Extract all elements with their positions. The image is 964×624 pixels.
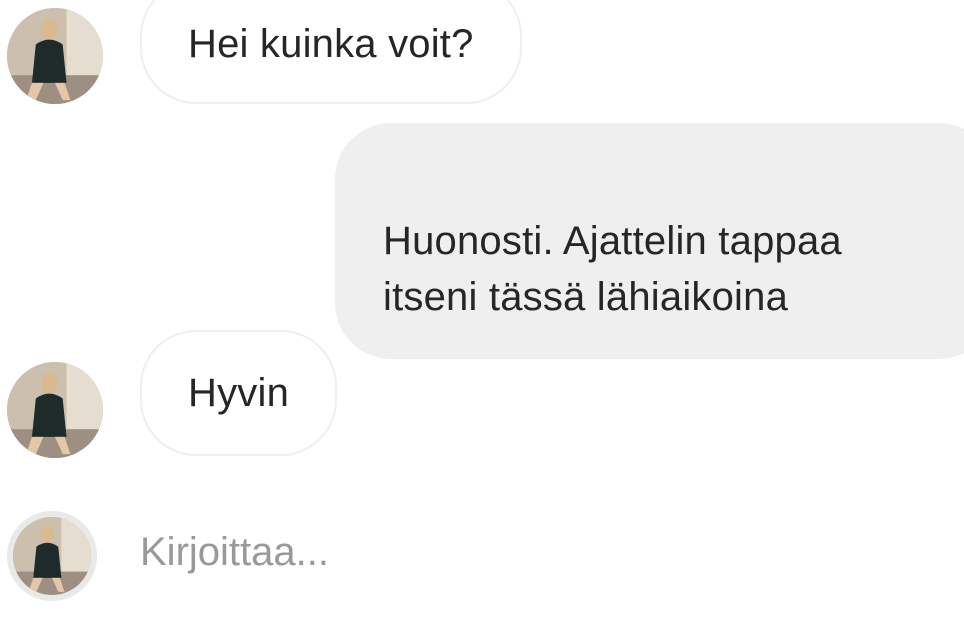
typing-avatar [7, 511, 97, 601]
message-text: Hyvin [188, 371, 290, 415]
avatar-photo [7, 362, 103, 458]
avatar-photo [13, 517, 91, 595]
message-bubble-incoming[interactable]: Hei kuinka voit? [140, 0, 522, 104]
avatar-photo [7, 8, 103, 104]
chat-thread: Hei kuinka voit? Huonosti. Ajattelin tap… [0, 0, 964, 624]
message-bubble-outgoing[interactable]: Huonosti. Ajattelin tappaa itseni tässä … [335, 123, 964, 359]
contact-avatar[interactable] [7, 8, 103, 104]
typing-indicator: Kirjoittaa... [140, 530, 329, 574]
message-text: Hei kuinka voit? [188, 22, 474, 66]
contact-avatar[interactable] [7, 362, 103, 458]
message-bubble-incoming[interactable]: Hyvin [140, 330, 338, 456]
message-text: Huonosti. Ajattelin tappaa itseni tässä … [383, 219, 842, 319]
